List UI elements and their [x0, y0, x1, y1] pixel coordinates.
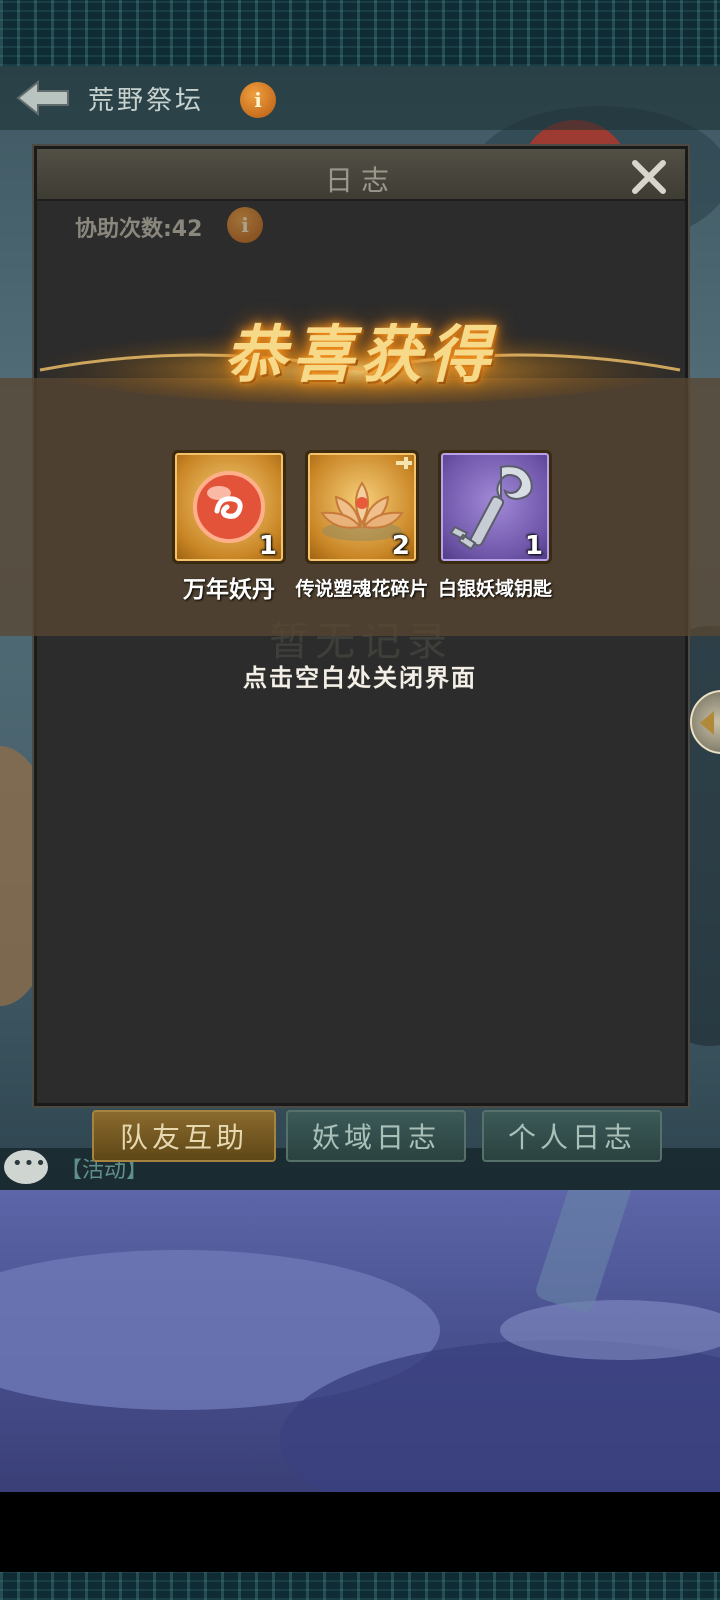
- lower-scene-background: [0, 1190, 720, 1492]
- tab-teammate-assist[interactable]: 队友互助: [92, 1110, 276, 1162]
- item-quantity: 2: [391, 531, 410, 561]
- black-band: [0, 1492, 720, 1572]
- reward-item-lotus[interactable]: 2: [305, 450, 419, 564]
- chat-bubble-icon[interactable]: [4, 1150, 48, 1184]
- top-decoration-strip: [0, 0, 720, 66]
- close-icon: [632, 160, 666, 194]
- dialog-title: 日志: [324, 164, 397, 197]
- close-button[interactable]: [627, 157, 671, 197]
- tab-personal-log[interactable]: 个人日志: [482, 1110, 662, 1162]
- reward-title: 恭喜获得: [223, 318, 496, 391]
- reward-item-name: 白银妖域钥匙: [437, 578, 552, 600]
- back-arrow-icon: [16, 79, 69, 117]
- reward-item-key[interactable]: 1: [438, 450, 552, 564]
- item-quantity: 1: [524, 531, 543, 561]
- tab-demon-domain-log[interactable]: 妖域日志: [286, 1110, 466, 1162]
- dialog-header: 日志: [37, 149, 685, 201]
- info-button[interactable]: i: [240, 82, 276, 118]
- assist-count: 协助次数:42: [75, 217, 203, 242]
- bottom-decoration-strip: [0, 1572, 720, 1600]
- assist-info-button[interactable]: i: [227, 207, 263, 243]
- page-title: 荒野祭坛: [88, 86, 205, 116]
- reward-item-orb[interactable]: 1: [172, 450, 286, 564]
- back-button[interactable]: [14, 78, 72, 118]
- close-hint-text[interactable]: 点击空白处关闭界面: [0, 658, 720, 693]
- item-quantity: 1: [258, 531, 277, 561]
